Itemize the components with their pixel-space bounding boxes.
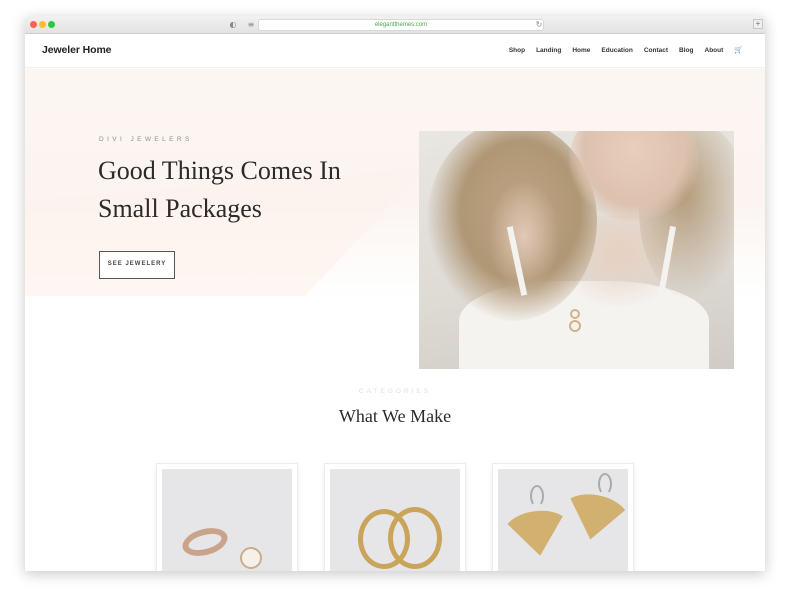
main-nav: Shop Landing Home Education Contact Blog…	[509, 46, 743, 54]
nav-item-home[interactable]: Home	[572, 47, 590, 54]
new-tab-button[interactable]: +	[753, 19, 763, 29]
minimize-window-button[interactable]	[39, 21, 46, 28]
nav-item-blog[interactable]: Blog	[679, 47, 693, 54]
category-card-earrings[interactable]	[324, 463, 466, 571]
close-window-button[interactable]	[30, 21, 37, 28]
nav-item-landing[interactable]: Landing	[536, 47, 561, 54]
nav-item-contact[interactable]: Contact	[644, 47, 668, 54]
maximize-window-button[interactable]	[48, 21, 55, 28]
reload-icon[interactable]: ↻	[533, 19, 545, 31]
hoop-earrings-photo	[330, 469, 460, 571]
nav-item-shop[interactable]: Shop	[509, 47, 525, 54]
hero-photo-woman-necklace	[419, 131, 734, 369]
category-card-rings[interactable]	[156, 463, 298, 571]
categories-eyebrow: CATEGORIES	[358, 388, 432, 395]
shield-icon[interactable]: ◐	[227, 19, 239, 31]
nav-item-education[interactable]: Education	[601, 47, 632, 54]
address-bar[interactable]: elegantthemes.com	[258, 19, 544, 31]
hero-title-line-1: Good Things Comes In	[98, 156, 341, 185]
browser-window: ◐ ≡ elegantthemes.com ↻ + Jeweler Home S…	[25, 16, 765, 571]
reader-icon[interactable]: ≡	[245, 19, 257, 31]
url-text: elegantthemes.com	[374, 22, 428, 28]
site-header: Jeweler Home Shop Landing Home Education…	[25, 34, 765, 68]
hero-title: Good Things Comes In Small Packages	[98, 152, 398, 228]
browser-chrome: ◐ ≡ elegantthemes.com ↻ +	[25, 16, 765, 34]
category-card-fan-earrings[interactable]	[492, 463, 634, 571]
hero-eyebrow: DIVI JEWELERS	[99, 136, 193, 143]
nav-item-about[interactable]: About	[705, 47, 724, 54]
cart-icon[interactable]: 🛒	[734, 46, 743, 54]
site-logo[interactable]: Jeweler Home	[42, 44, 112, 56]
see-jewelery-button[interactable]: SEE JEWELERY	[99, 251, 175, 279]
hero-title-line-2: Small Packages	[98, 194, 262, 223]
fan-earrings-photo	[498, 469, 628, 571]
ring-photo	[162, 469, 292, 571]
categories-title: What We Make	[338, 406, 452, 426]
